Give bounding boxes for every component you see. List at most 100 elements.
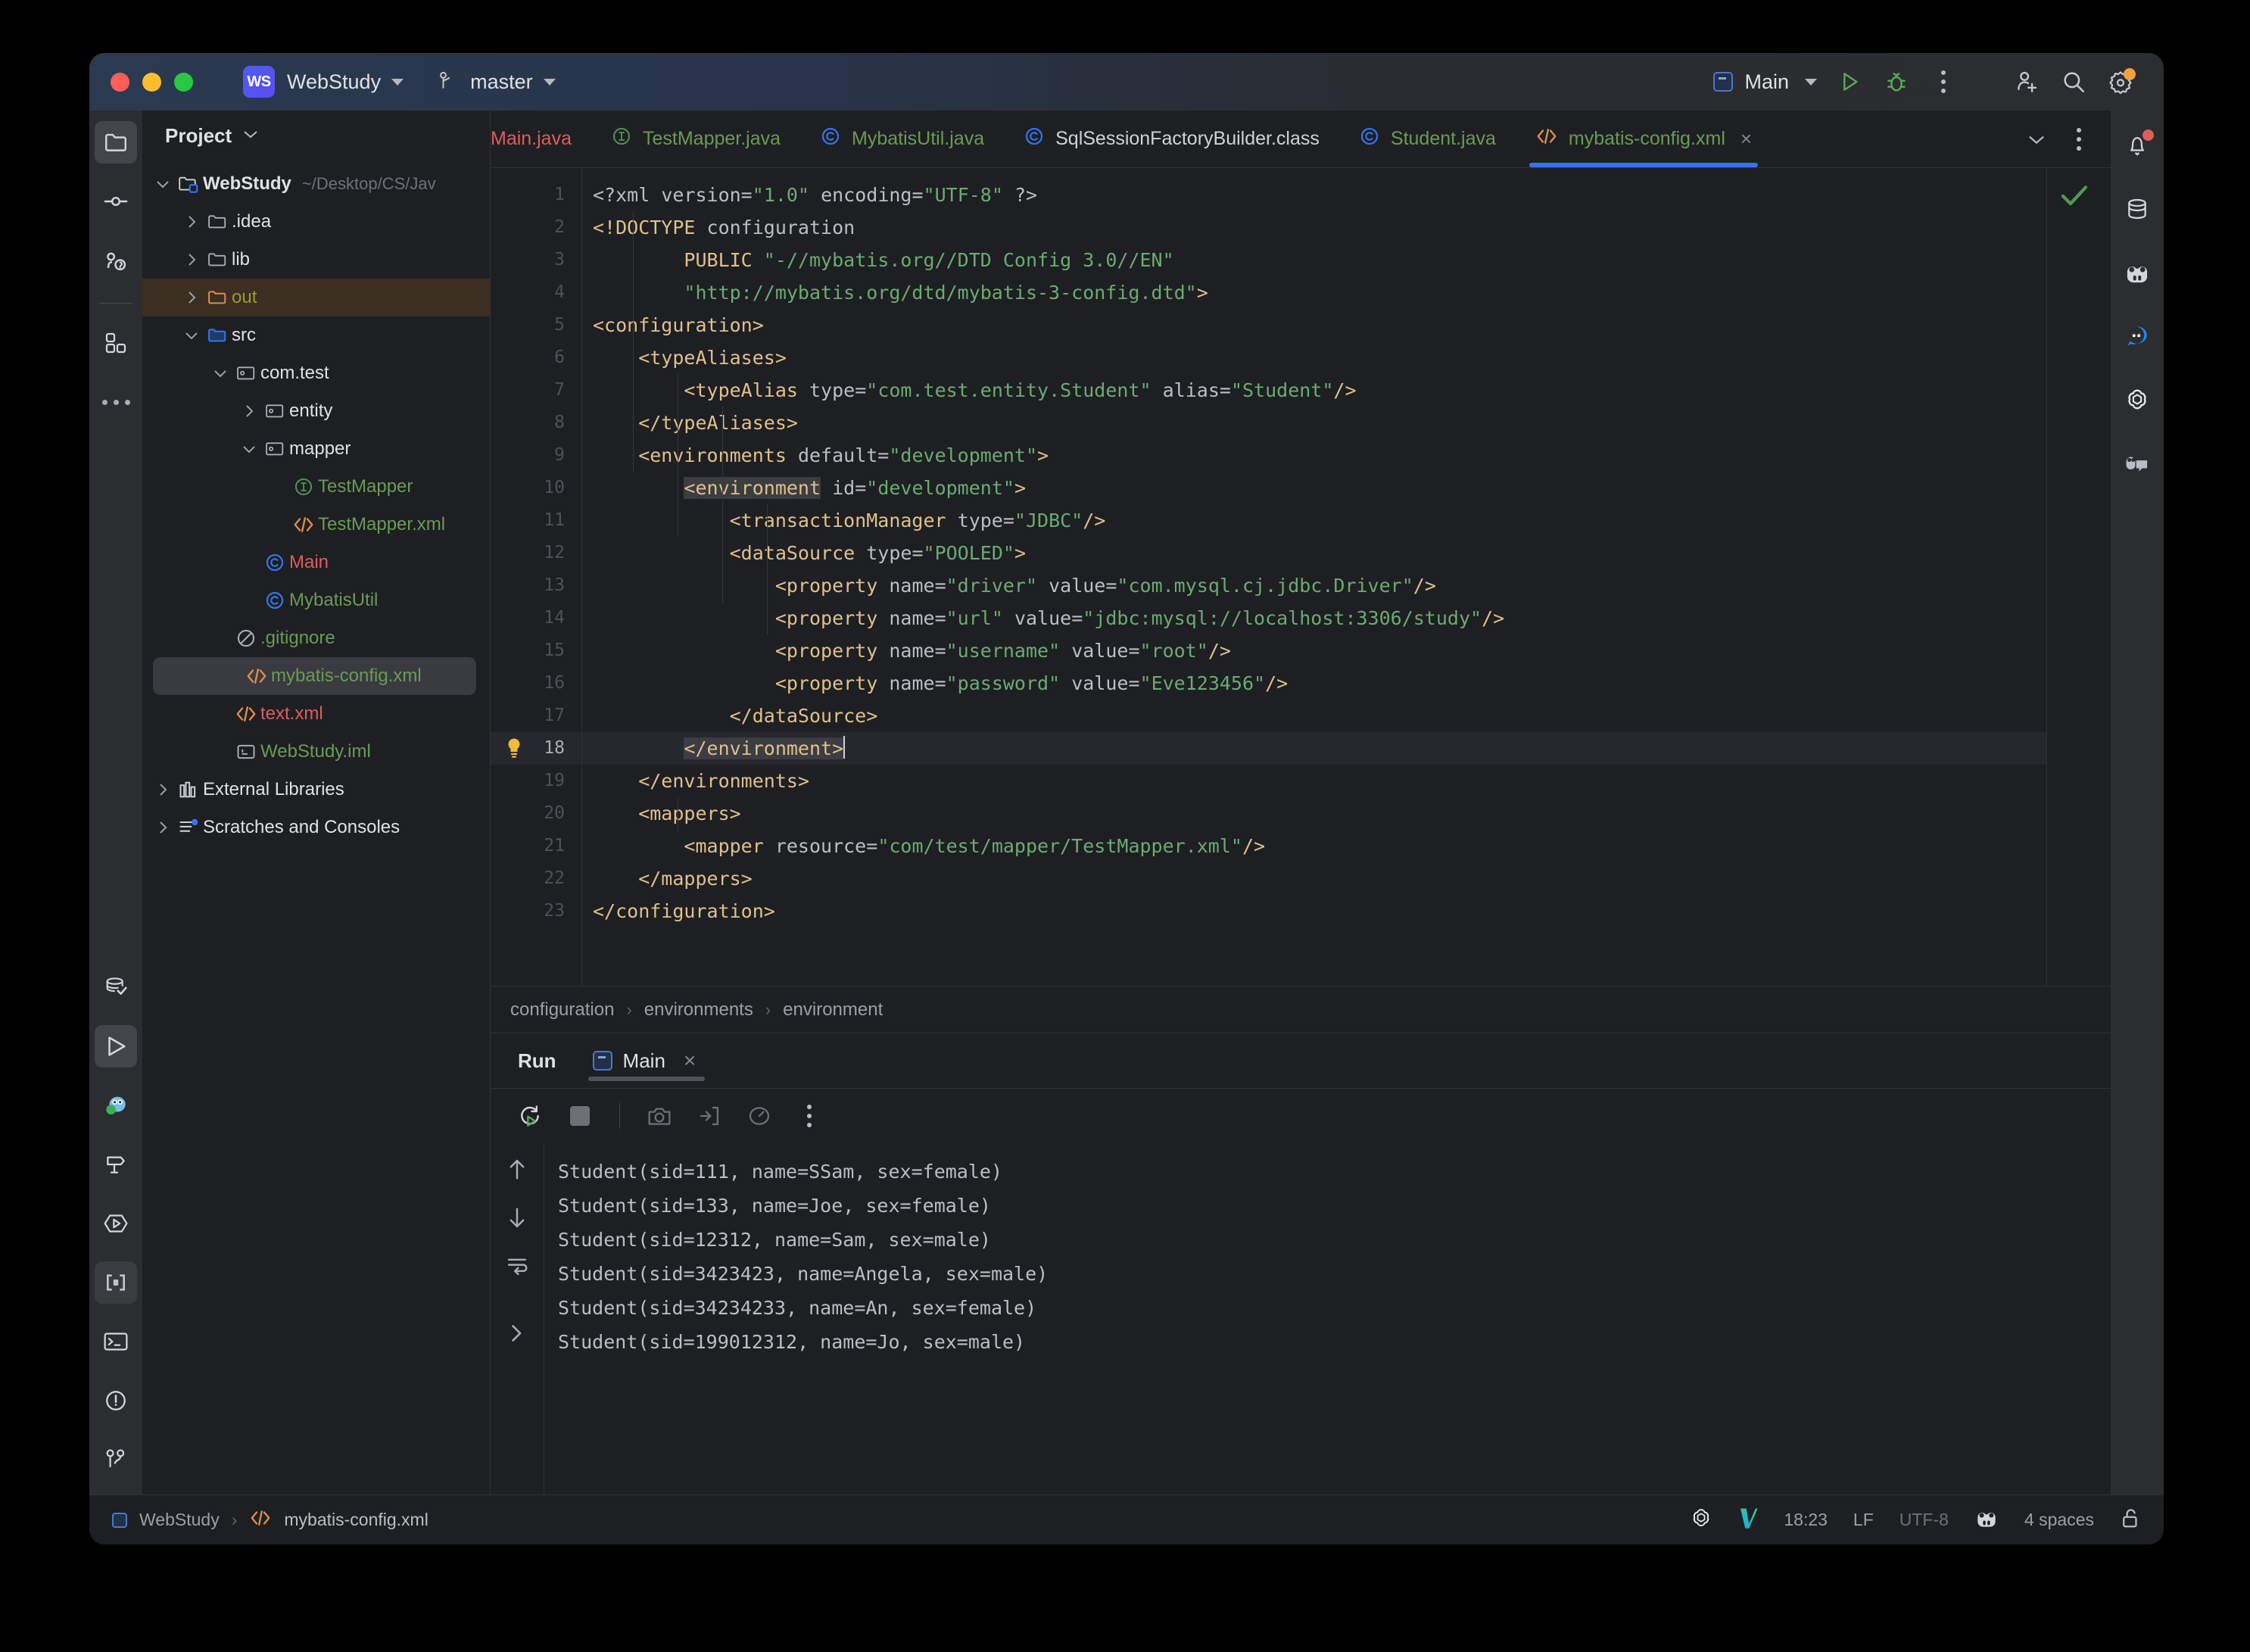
tree-item-entity[interactable]: entity <box>142 392 490 430</box>
code-line[interactable]: <configuration> <box>582 309 2046 341</box>
sidebar-item-mybatis[interactable] <box>95 1084 137 1127</box>
stop-button[interactable] <box>559 1095 601 1137</box>
line-number[interactable]: 5 <box>491 309 581 341</box>
export-button[interactable] <box>688 1095 731 1137</box>
line-number[interactable]: 12 <box>491 537 581 569</box>
sidebar-item-services[interactable] <box>95 1202 137 1245</box>
code-line[interactable]: <?xml version="1.0" encoding="UTF-8" ?> <box>582 179 2046 211</box>
project-selector[interactable]: WS WebStudy <box>193 66 404 98</box>
tree-item-external-libraries[interactable]: External Libraries <box>142 771 490 809</box>
openai-button[interactable] <box>2116 379 2158 421</box>
scroll-up-button[interactable] <box>506 1156 528 1186</box>
tree-item-testmapper-xml[interactable]: TestMapper.xml <box>142 506 490 544</box>
line-number[interactable]: 19 <box>491 765 581 797</box>
run-button[interactable] <box>1826 58 1873 105</box>
status-encoding[interactable]: UTF-8 <box>1899 1510 1949 1530</box>
code-line[interactable]: <typeAlias type="com.test.entity.Student… <box>582 374 2046 407</box>
line-number[interactable]: 23 <box>491 895 581 927</box>
code-line[interactable]: <property name="username" value="root"/> <box>582 634 2046 667</box>
code-line[interactable]: </mappers> <box>582 862 2046 895</box>
sidebar-item-structure[interactable] <box>95 322 137 364</box>
status-line-separator[interactable]: LF <box>1853 1510 1874 1530</box>
soft-wrap-button[interactable] <box>506 1255 528 1281</box>
tree-item-main[interactable]: Main <box>142 544 490 581</box>
tree-item-idea[interactable]: .idea <box>142 203 490 241</box>
tab-list-button[interactable] <box>2017 120 2056 159</box>
code-line[interactable]: "http://mybatis.org/dtd/mybatis-3-config… <box>582 276 2046 309</box>
editor-scrollbar-strip[interactable] <box>2046 168 2111 986</box>
line-number[interactable]: 1 <box>491 179 581 211</box>
mascot-button[interactable] <box>2116 251 2158 294</box>
run-tab-main[interactable]: Main × <box>587 1049 706 1081</box>
code-line[interactable]: <mapper resource="com/test/mapper/TestMa… <box>582 830 2046 862</box>
settings-button[interactable] <box>2097 58 2144 105</box>
editor-options-button[interactable] <box>2059 120 2099 159</box>
line-number[interactable]: 3 <box>491 244 581 276</box>
chevron-right-icon[interactable] <box>151 820 174 835</box>
code-line[interactable]: </dataSource> <box>582 700 2046 732</box>
sidebar-item-more-tool-windows[interactable] <box>95 381 137 423</box>
search-everywhere-button[interactable] <box>2050 58 2097 105</box>
tree-item-lib[interactable]: lib <box>142 241 490 279</box>
code-line[interactable]: </environment> <box>582 732 2046 765</box>
notifications-button[interactable] <box>2116 124 2158 167</box>
profiler-button[interactable] <box>738 1095 781 1137</box>
intention-bulb-icon[interactable] <box>504 737 524 764</box>
code-line[interactable]: </environments> <box>582 765 2046 797</box>
sidebar-item-version-control[interactable] <box>95 1438 137 1481</box>
screenshot-button[interactable] <box>638 1095 681 1137</box>
chevron-right-icon[interactable] <box>238 404 260 419</box>
chevron-down-icon[interactable] <box>151 179 174 189</box>
chevron-down-icon[interactable] <box>238 444 260 454</box>
code-line[interactable]: <typeAliases> <box>582 341 2046 374</box>
project-panel-header[interactable]: Project <box>142 111 490 161</box>
breadcrumb-item[interactable]: environments <box>644 999 753 1021</box>
code-line[interactable]: <mappers> <box>582 797 2046 830</box>
sidebar-item-terminal-brackets[interactable] <box>95 1261 137 1304</box>
chevron-down-icon[interactable] <box>209 368 232 379</box>
tree-item-com-test[interactable]: com.test <box>142 354 490 392</box>
line-number[interactable]: 4 <box>491 276 581 309</box>
status-time[interactable]: 18:23 <box>1784 1510 1828 1530</box>
code-with-me-button[interactable] <box>2116 442 2158 485</box>
line-number[interactable]: 22 <box>491 862 581 895</box>
tree-item-src[interactable]: src <box>142 316 490 354</box>
sidebar-item-commit[interactable] <box>95 180 137 223</box>
chevron-right-icon[interactable] <box>180 290 203 305</box>
line-number[interactable]: 16 <box>491 667 581 700</box>
editor-tabs[interactable]: Main.java TestMapper.java MybatisUtil.java… <box>491 111 2111 168</box>
status-indent[interactable]: 4 spaces <box>2024 1510 2094 1530</box>
scroll-down-button[interactable] <box>506 1205 528 1235</box>
tab-testmapper-java[interactable]: TestMapper.java <box>591 111 800 167</box>
tree-item-mapper[interactable]: mapper <box>142 430 490 468</box>
close-window-button[interactable] <box>111 72 129 92</box>
tree-item-text-xml[interactable]: text.xml <box>142 695 490 733</box>
tree-item-testmapper[interactable]: TestMapper <box>142 468 490 506</box>
debug-button[interactable] <box>1873 58 1920 105</box>
code-line[interactable]: <transactionManager type="JDBC"/> <box>582 504 2046 537</box>
code-line[interactable]: <!DOCTYPE configuration <box>582 211 2046 244</box>
code-line[interactable]: PUBLIC "-//mybatis.org//DTD Config 3.0//… <box>582 244 2046 276</box>
database-button[interactable] <box>2116 188 2158 230</box>
more-actions-button[interactable] <box>1920 58 1967 105</box>
tab-student-java[interactable]: Student.java <box>1339 111 1516 167</box>
line-number[interactable]: 2 <box>491 211 581 244</box>
chevron-right-icon[interactable] <box>180 252 203 267</box>
line-number[interactable]: 21 <box>491 830 581 862</box>
sidebar-item-run[interactable] <box>95 1025 137 1068</box>
line-number[interactable]: 8 <box>491 407 581 439</box>
code-line[interactable]: <environments default="development"> <box>582 439 2046 472</box>
line-number[interactable]: 17 <box>491 700 581 732</box>
sidebar-item-terminal[interactable] <box>95 1320 137 1363</box>
ai-chat-button[interactable] <box>2116 315 2158 357</box>
project-tree[interactable]: WebStudy ~/Desktop/CS/Jav .idea lib out src co… <box>142 161 490 846</box>
code-line[interactable]: <property name="password" value="Eve1234… <box>582 667 2046 700</box>
tab-mybatis-config-xml[interactable]: mybatis-config.xml × <box>1516 111 1772 167</box>
line-number[interactable]: 9 <box>491 439 581 472</box>
code-line[interactable]: <dataSource type="POOLED"> <box>582 537 2046 569</box>
tree-item-gitignore[interactable]: .gitignore <box>142 619 490 657</box>
tree-item-mybatisutil[interactable]: MybatisUtil <box>142 581 490 619</box>
branch-selector[interactable]: master <box>438 70 556 94</box>
run-more-button[interactable] <box>788 1095 831 1137</box>
chevron-right-icon[interactable] <box>151 782 174 797</box>
